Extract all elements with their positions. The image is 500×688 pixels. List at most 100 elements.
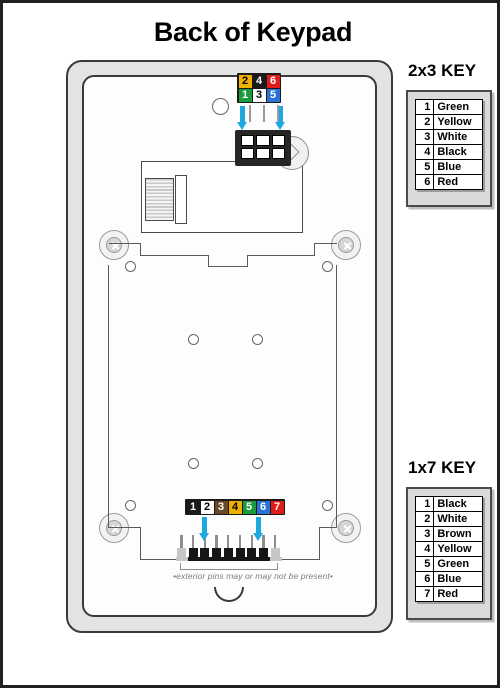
key-row: 6 Blue (414, 571, 483, 587)
pin-leg (180, 535, 183, 548)
key-row-number: 7 (414, 586, 435, 602)
diagram-canvas: Back of Keypad 246135 •exterior pins may… (0, 0, 500, 688)
pin-leg (238, 535, 242, 548)
connector-2x3-pin-grid (241, 135, 285, 159)
connector-leg (263, 105, 266, 122)
key-row: 6 Red (414, 174, 483, 190)
key-row: 1 Green (414, 99, 483, 115)
mount-hole-lower-left (188, 458, 199, 469)
key-row-color: White (433, 129, 483, 145)
pin-color-chip: 4 (252, 74, 266, 88)
pin-socket (256, 148, 270, 159)
key-2x3-table: 1 Green 2 Yellow 3 White 4 Black 5 Blue 6 Red (414, 99, 483, 190)
pin-color-chip: 1 (238, 88, 252, 102)
ribbed-connector-component (145, 178, 174, 221)
pin-leg (227, 535, 230, 548)
connector-2x3-body (235, 130, 291, 166)
page-title: Back of Keypad (153, 17, 353, 47)
arrow-head-icon (199, 533, 209, 541)
key-row-color: Yellow (433, 541, 483, 557)
pin-color-chip: 1 (186, 500, 200, 514)
pin-leg (273, 535, 277, 548)
key-row-number: 1 (414, 99, 435, 115)
pin-color-chip: 3 (252, 88, 266, 102)
pin-post (200, 548, 210, 561)
trace-step-lower-right (319, 527, 337, 529)
arrow-2x3-left (237, 106, 248, 130)
key-row-number: 4 (414, 144, 435, 160)
screw-inner (338, 237, 354, 253)
key-row: 3 White (414, 129, 483, 145)
key-1x7-table: 1 Black 2 White 3 Brown 4 Yellow 5 Green 6 Blue 7 Red (414, 496, 483, 602)
connector-2x3-chip-strip: 246135 (237, 73, 281, 103)
key-row-color: Red (433, 586, 483, 602)
key-row: 7 Red (414, 586, 483, 602)
key-row-number: 5 (414, 159, 435, 175)
pin-post (258, 548, 268, 561)
mount-hole-upper-right (322, 261, 333, 272)
trace-step-notch-bottom (208, 266, 248, 268)
pin-socket (256, 135, 270, 146)
pin-color-chip: 6 (266, 74, 280, 88)
mount-hole-bottom-right (322, 500, 333, 511)
key-row: 2 Yellow (414, 114, 483, 130)
trace-step-notch-right (247, 255, 249, 267)
pin-color-chip: 6 (256, 500, 270, 514)
trace-right-vertical (336, 265, 338, 528)
key-row-color: Green (433, 99, 483, 115)
arrow-shaft (240, 106, 245, 122)
key-row: 2 White (414, 511, 483, 527)
screw-hole-top-right (331, 230, 361, 260)
key-row-number: 3 (414, 129, 435, 145)
pin-color-chip: 5 (266, 88, 280, 102)
connector-faceplate (175, 175, 187, 224)
pin-color-chip: 5 (242, 500, 256, 514)
pin-color-chip: 2 (200, 500, 214, 514)
pin-socket (271, 135, 285, 146)
chip-row: 246 (238, 74, 280, 88)
pin-post-exterior (270, 548, 280, 561)
key-2x3-panel: 1 Green 2 Yellow 3 White 4 Black 5 Blue 6 Red (406, 90, 492, 207)
pin-color-chip: 2 (238, 74, 252, 88)
pin-color-chip: 3 (214, 500, 228, 514)
arrow-head-icon (253, 533, 263, 541)
mount-hole-lower-right (252, 458, 263, 469)
mount-hole-top (212, 98, 229, 115)
pin-leg (215, 535, 218, 548)
trace-step-upper-left (109, 243, 141, 245)
arrow-head-icon (275, 122, 285, 130)
connector-leg (249, 105, 252, 122)
trace-step-lower-right2 (319, 527, 321, 560)
connector-1x7-chip-strip: 1234567 (185, 499, 285, 515)
mount-hole-mid-left (188, 334, 199, 345)
key-row-color: Yellow (433, 114, 483, 130)
connector-1x7-pins (176, 533, 282, 561)
arrow-shaft (202, 517, 207, 533)
connector-leg (277, 105, 280, 122)
key-row-number: 1 (414, 496, 435, 512)
screw-inner (106, 237, 122, 253)
key-row-color: Blue (433, 159, 483, 175)
arrow-1x7-left (199, 517, 210, 541)
pin-post (223, 548, 233, 561)
arrow-shaft (256, 517, 261, 533)
screw-hole-top-left (99, 230, 129, 260)
pin-post (212, 548, 222, 561)
key-row: 1 Black (414, 496, 483, 512)
arrow-head-icon (237, 122, 247, 130)
trace-step-upper-mid-right (247, 255, 315, 257)
key-row-number: 3 (414, 526, 435, 542)
pin-socket (241, 148, 255, 159)
trace-step-lower-left2 (140, 527, 142, 560)
key-1x7-title: 1x7 KEY (408, 458, 477, 477)
connector-1x7-bracket (180, 563, 278, 570)
key-row-number: 6 (414, 571, 435, 587)
trace-step-upper-mid-left (140, 255, 209, 257)
key-row: 4 Black (414, 144, 483, 160)
pin-leg (192, 535, 195, 548)
key-row-color: White (433, 511, 483, 527)
pin-color-chip: 4 (228, 500, 242, 514)
pcb-board-edge (141, 232, 303, 234)
key-row-number: 6 (414, 174, 435, 190)
key-row-number: 2 (414, 511, 435, 527)
